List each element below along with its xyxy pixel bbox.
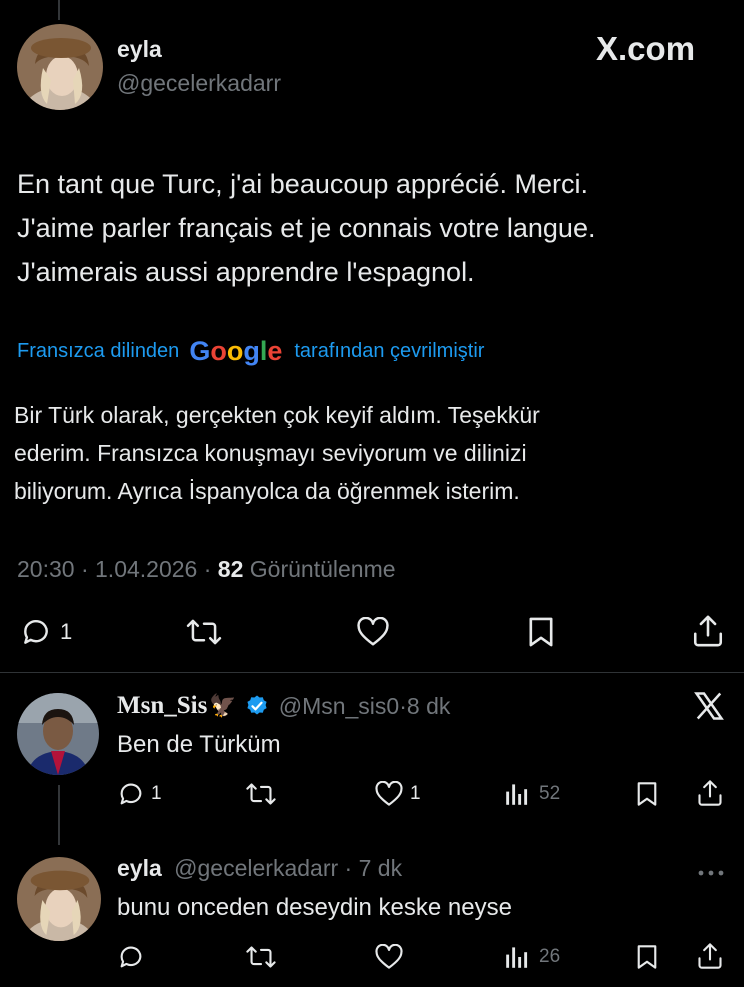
share-icon (692, 614, 724, 648)
thread-line-top (58, 0, 60, 20)
tweet-meta: 20:30 · 1.04.2026 · 82 Görüntülenme (17, 556, 396, 582)
share-button[interactable] (692, 614, 724, 648)
retweet-button[interactable] (245, 944, 277, 970)
display-name[interactable]: eyla (117, 855, 162, 881)
share-icon (697, 779, 723, 807)
tweet-text: En tant que Turc, j'ai beaucoup apprécié… (17, 162, 595, 294)
handle[interactable]: @Msn_sis0 (279, 693, 400, 720)
thread-line-reply (58, 785, 60, 845)
google-logo: Google (189, 336, 283, 366)
display-name[interactable]: Msn_Sis (117, 692, 207, 720)
retweet-icon (245, 781, 277, 807)
translated-line: ederim. Fransızca konuşmayı seviyorum ve… (14, 440, 527, 466)
reply-icon (117, 780, 145, 808)
reply-text: bunu onceden deseydin keske neyse (117, 894, 512, 921)
views-button[interactable]: 26 (505, 945, 560, 969)
avatar[interactable] (17, 857, 101, 941)
tweet-line: J'aime parler français et je connais vot… (17, 213, 596, 243)
translated-line: biliyorum. Ayrıca İspanyolca da öğrenmek… (14, 478, 520, 504)
tweet-line: J'aimerais aussi apprendre l'espagnol. (17, 257, 475, 287)
like-count: 1 (410, 783, 421, 804)
translation-attribution[interactable]: Fransızca dilinden Google tarafından çev… (17, 336, 484, 367)
views-count: 52 (539, 783, 561, 804)
reply-header: eyla @gecelerkadarr · 7 dk (117, 855, 403, 881)
bookmark-button[interactable] (635, 781, 659, 807)
retweet-button[interactable] (186, 616, 222, 648)
like-button[interactable] (374, 944, 404, 970)
retweet-icon (245, 944, 277, 970)
translation-suffix: tarafından çevrilmiştir (294, 340, 485, 362)
like-button[interactable]: 1 (374, 781, 421, 807)
views-icon (505, 945, 529, 969)
handle[interactable]: @gecelerkadarr (117, 70, 281, 97)
translated-line: Bir Türk olarak, gerçekten çok keyif ald… (14, 402, 540, 428)
heart-icon (374, 781, 404, 807)
reply-button[interactable]: 1 (117, 780, 162, 808)
reply-header: Msn_Sis 🦅 @Msn_sis0 · 8 dk (117, 692, 451, 720)
reply-text: Ben de Türküm (117, 731, 281, 758)
reply-icon (117, 943, 145, 971)
reply-button[interactable]: 1 (20, 616, 72, 648)
bookmark-button[interactable] (635, 944, 659, 970)
views-icon (505, 782, 529, 806)
share-button[interactable] (697, 779, 723, 807)
views-count: 82 (217, 556, 244, 582)
retweet-icon (186, 616, 222, 648)
share-icon (697, 942, 723, 970)
reply-count: 1 (151, 783, 162, 804)
retweet-button[interactable] (245, 781, 277, 807)
handle[interactable]: @gecelerkadarr (174, 855, 338, 881)
reply-age[interactable]: 8 dk (407, 693, 450, 720)
divider (0, 672, 744, 673)
bookmark-icon (635, 944, 659, 970)
tweet-line: En tant que Turc, j'ai beaucoup apprécié… (17, 169, 588, 199)
translated-text: Bir Türk olarak, gerçekten çok keyif ald… (14, 396, 540, 510)
heart-icon (356, 617, 390, 647)
views-label: Görüntülenme (249, 556, 396, 582)
verified-badge-icon (245, 694, 269, 718)
avatar[interactable] (17, 24, 103, 110)
avatar[interactable] (17, 693, 99, 775)
bookmark-button[interactable] (527, 616, 555, 648)
tweet-time[interactable]: 20:30 (17, 556, 75, 582)
reply-count: 1 (60, 619, 73, 644)
reply-age[interactable]: 7 dk (359, 855, 402, 881)
tweet-date[interactable]: 1.04.2026 (95, 556, 197, 582)
share-button[interactable] (697, 942, 723, 970)
bookmark-icon (635, 781, 659, 807)
like-button[interactable] (356, 617, 390, 647)
display-name[interactable]: eyla (117, 36, 162, 63)
bookmark-icon (527, 616, 555, 648)
more-options-icon[interactable] (698, 864, 724, 882)
x-logo: X.com (596, 30, 696, 67)
reply-button[interactable] (117, 943, 145, 971)
translation-prefix: Fransızca dilinden (17, 340, 180, 362)
reply-icon (20, 616, 52, 648)
views-count: 26 (539, 946, 561, 967)
x-close-icon[interactable] (694, 692, 724, 725)
views-button[interactable]: 52 (505, 782, 560, 806)
eagle-emoji: 🦅 (209, 693, 237, 718)
heart-icon (374, 944, 404, 970)
